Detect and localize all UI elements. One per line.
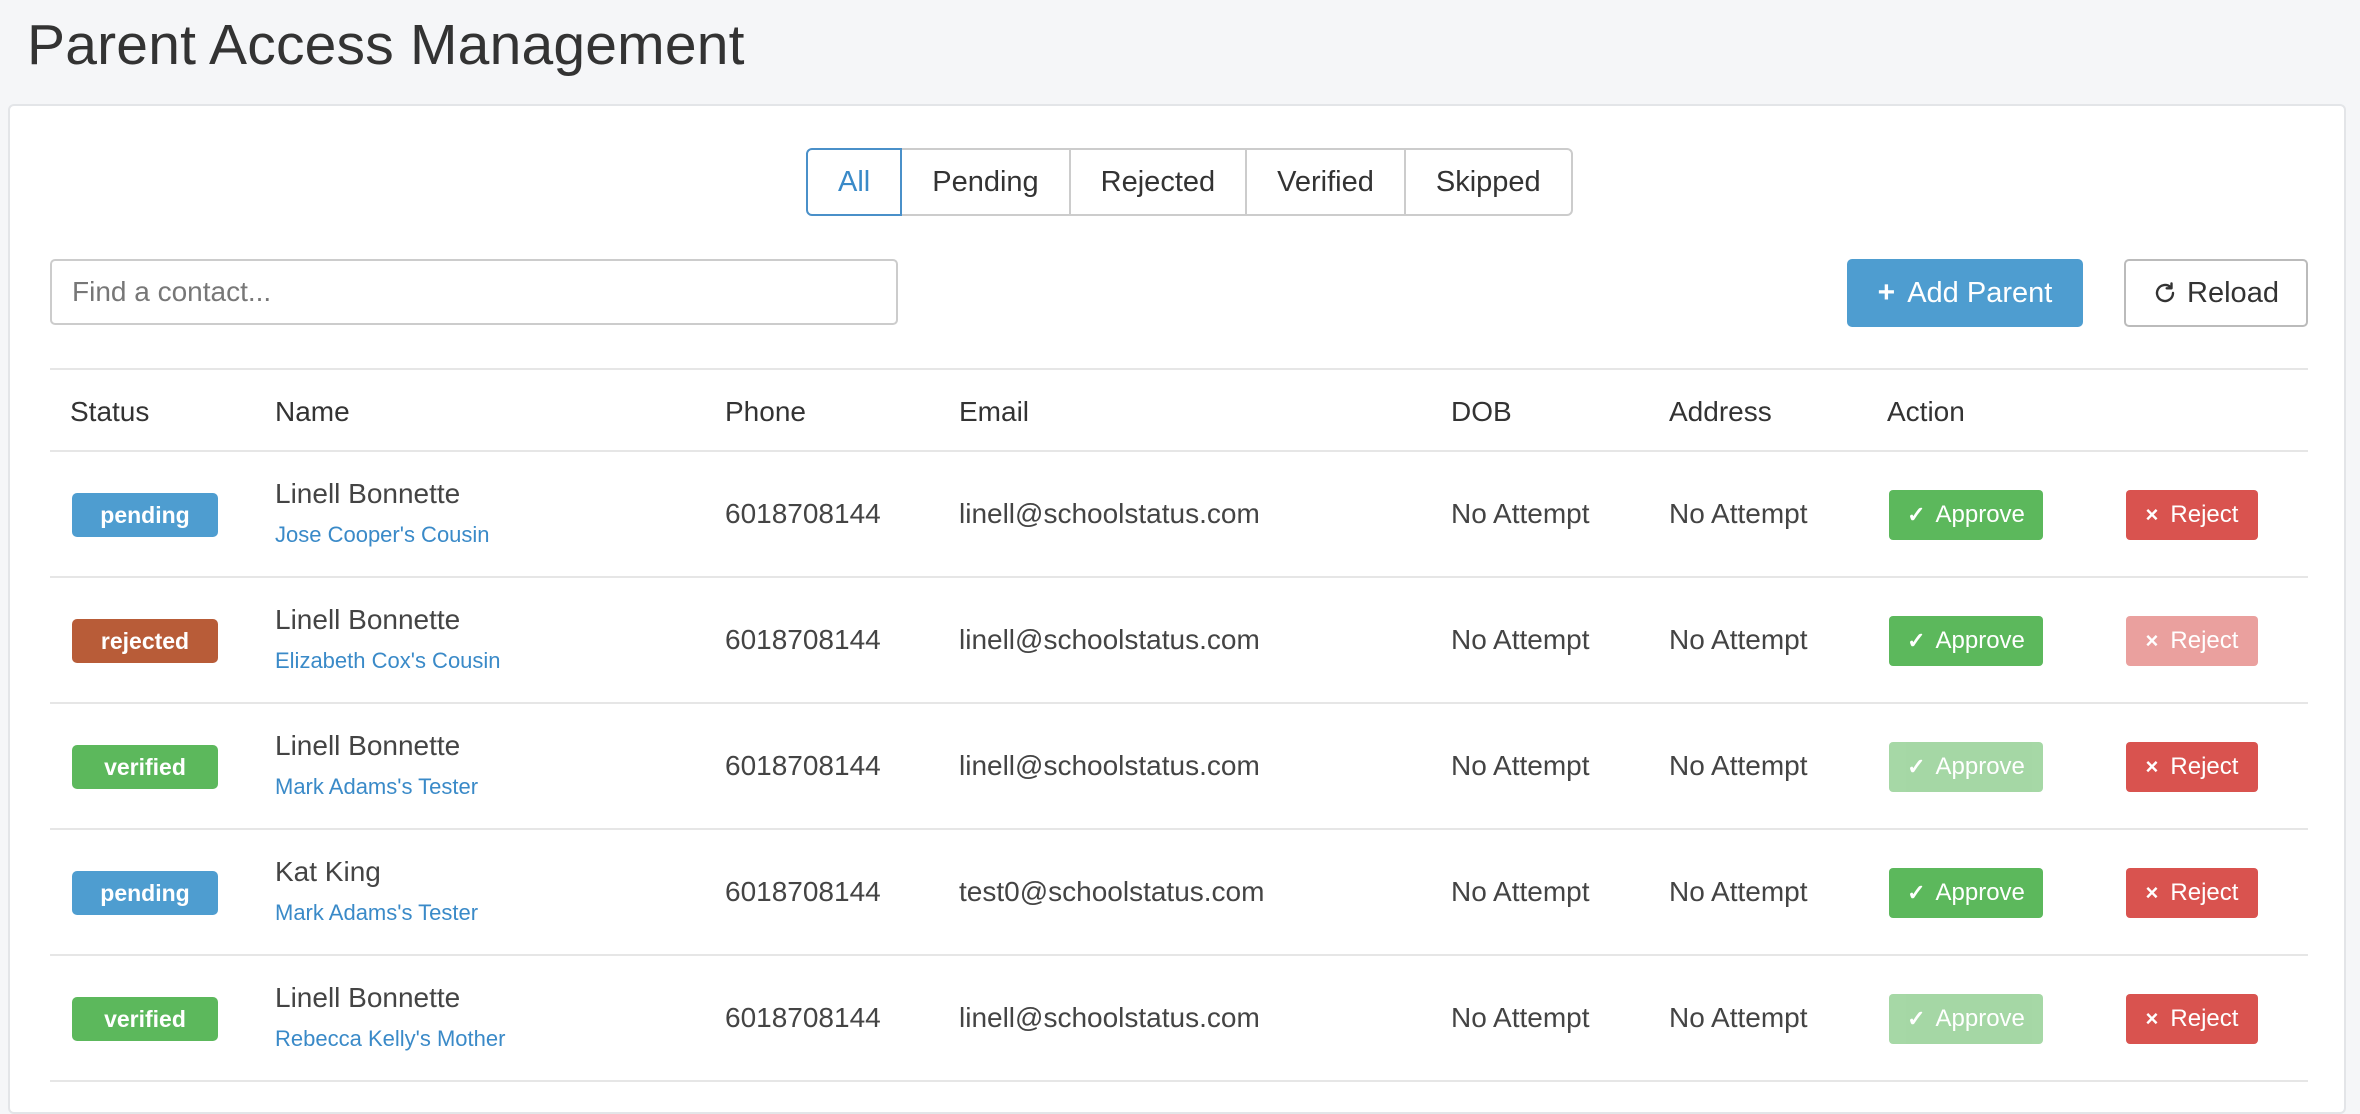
parent-name: Linell Bonnette xyxy=(275,604,461,635)
dob: No Attempt xyxy=(1451,876,1590,907)
reject-button[interactable]: × Reject xyxy=(2126,490,2258,540)
reject-button[interactable]: × Reject xyxy=(2126,868,2258,918)
header-status: Status xyxy=(70,396,150,427)
approve-label: Approve xyxy=(1935,627,2025,654)
approve-label: Approve xyxy=(1935,879,2025,906)
plus-icon: + xyxy=(1877,276,1896,309)
approve-button[interactable]: ✓ Approve xyxy=(1889,994,2043,1044)
reload-icon xyxy=(2155,282,2175,303)
dob: No Attempt xyxy=(1451,750,1590,781)
parent-name: Linell Bonnette xyxy=(275,478,461,509)
search-input[interactable] xyxy=(50,259,898,325)
email: test0@schoolstatus.com xyxy=(959,876,1265,907)
add-parent-button[interactable]: + Add Parent xyxy=(1847,259,2083,327)
tab-pending[interactable]: Pending xyxy=(900,148,1071,216)
reload-label: Reload xyxy=(2187,276,2279,309)
parents-table: Status Name Phone Email DOB Address Acti… xyxy=(50,368,2308,1082)
parent-name: Kat King xyxy=(275,856,381,887)
header-name: Name xyxy=(275,396,350,427)
x-icon: × xyxy=(2145,1006,2159,1031)
address: No Attempt xyxy=(1669,624,1808,655)
header-action: Action xyxy=(1887,396,1965,427)
reject-label: Reject xyxy=(2170,879,2239,906)
status-badge: pending xyxy=(72,871,218,915)
check-icon: ✓ xyxy=(1907,502,1926,527)
approve-button[interactable]: ✓ Approve xyxy=(1889,868,2043,918)
phone: 6018708144 xyxy=(725,750,881,781)
check-icon: ✓ xyxy=(1907,880,1926,905)
table-row: pending Kat King Mark Adams's Tester 601… xyxy=(50,830,2308,956)
email: linell@schoolstatus.com xyxy=(959,750,1260,781)
tab-all[interactable]: All xyxy=(806,148,903,216)
phone: 6018708144 xyxy=(725,624,881,655)
address: No Attempt xyxy=(1669,498,1808,529)
header-address: Address xyxy=(1669,396,1772,427)
reject-button[interactable]: × Reject xyxy=(2126,994,2258,1044)
phone: 6018708144 xyxy=(725,876,881,907)
tab-rejected[interactable]: Rejected xyxy=(1068,148,1248,216)
student-relation-link[interactable]: Jose Cooper's Cousin xyxy=(275,522,490,548)
approve-label: Approve xyxy=(1935,501,2025,528)
add-parent-label: Add Parent xyxy=(1907,276,2053,309)
check-icon: ✓ xyxy=(1907,754,1926,779)
approve-button[interactable]: ✓ Approve xyxy=(1889,490,2043,540)
header-dob: DOB xyxy=(1451,396,1512,427)
x-icon: × xyxy=(2145,754,2159,779)
email: linell@schoolstatus.com xyxy=(959,498,1260,529)
check-icon: ✓ xyxy=(1907,1006,1926,1031)
table-row: rejected Linell Bonnette Elizabeth Cox's… xyxy=(50,578,2308,704)
status-badge: rejected xyxy=(72,619,218,663)
address: No Attempt xyxy=(1669,876,1808,907)
header-email: Email xyxy=(959,396,1030,427)
reject-label: Reject xyxy=(2170,501,2239,528)
page-title: Parent Access Management xyxy=(27,13,745,77)
dob: No Attempt xyxy=(1451,624,1590,655)
main-panel: All Pending Rejected Verified Skipped + … xyxy=(8,104,2346,1114)
approve-button[interactable]: ✓ Approve xyxy=(1889,616,2043,666)
student-relation-link[interactable]: Mark Adams's Tester xyxy=(275,900,478,926)
tab-skipped[interactable]: Skipped xyxy=(1403,148,1573,216)
table-header: Status Name Phone Email DOB Address Acti… xyxy=(50,368,2308,452)
dob: No Attempt xyxy=(1451,498,1590,529)
tab-verified[interactable]: Verified xyxy=(1245,148,1406,216)
x-icon: × xyxy=(2145,880,2159,905)
status-badge: verified xyxy=(72,997,218,1041)
check-icon: ✓ xyxy=(1907,628,1926,653)
table-row: verified Linell Bonnette Rebecca Kelly's… xyxy=(50,956,2308,1082)
reject-label: Reject xyxy=(2170,627,2239,654)
reject-button[interactable]: × Reject xyxy=(2126,742,2258,792)
approve-button[interactable]: ✓ Approve xyxy=(1889,742,2043,792)
table-row: pending Linell Bonnette Jose Cooper's Co… xyxy=(50,452,2308,578)
reject-label: Reject xyxy=(2170,1005,2239,1032)
status-badge: verified xyxy=(72,745,218,789)
approve-label: Approve xyxy=(1935,753,2025,780)
reject-button[interactable]: × Reject xyxy=(2126,616,2258,666)
email: linell@schoolstatus.com xyxy=(959,624,1260,655)
dob: No Attempt xyxy=(1451,1002,1590,1033)
address: No Attempt xyxy=(1669,1002,1808,1033)
student-relation-link[interactable]: Rebecca Kelly's Mother xyxy=(275,1026,505,1052)
student-relation-link[interactable]: Mark Adams's Tester xyxy=(275,774,478,800)
parent-name: Linell Bonnette xyxy=(275,730,461,761)
x-icon: × xyxy=(2145,502,2159,527)
header-phone: Phone xyxy=(725,396,806,427)
reject-label: Reject xyxy=(2170,753,2239,780)
status-filter-tabs: All Pending Rejected Verified Skipped xyxy=(806,148,1573,216)
table-row: verified Linell Bonnette Mark Adams's Te… xyxy=(50,704,2308,830)
x-icon: × xyxy=(2145,628,2159,653)
status-badge: pending xyxy=(72,493,218,537)
phone: 6018708144 xyxy=(725,1002,881,1033)
reload-button[interactable]: Reload xyxy=(2124,259,2308,327)
email: linell@schoolstatus.com xyxy=(959,1002,1260,1033)
approve-label: Approve xyxy=(1935,1005,2025,1032)
phone: 6018708144 xyxy=(725,498,881,529)
student-relation-link[interactable]: Elizabeth Cox's Cousin xyxy=(275,648,501,674)
parent-name: Linell Bonnette xyxy=(275,982,461,1013)
address: No Attempt xyxy=(1669,750,1808,781)
